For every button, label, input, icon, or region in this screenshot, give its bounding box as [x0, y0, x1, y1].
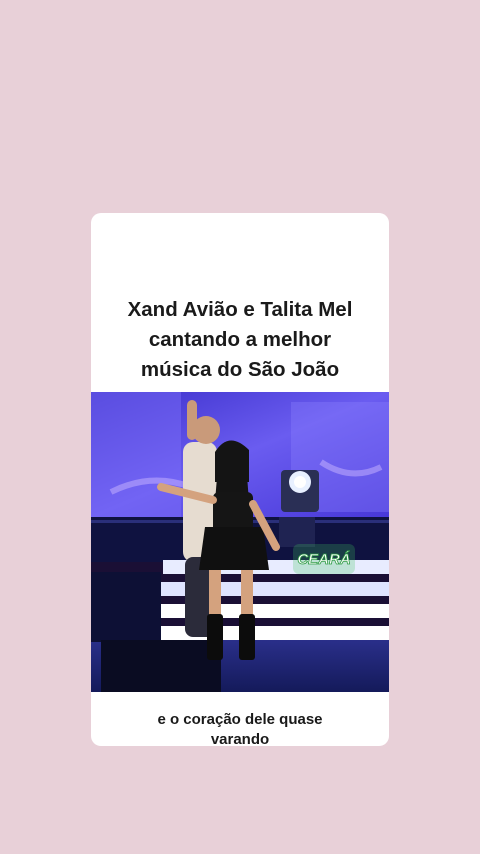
video-caption: e o coração dele quase varando [157, 711, 323, 746]
ceara-watermark: CEARÁ [293, 544, 355, 574]
post-card[interactable]: Xand Avião e Talita Mel cantando a melho… [91, 213, 389, 746]
stage-light [279, 470, 319, 547]
watermark-text: CEARÁ [297, 551, 350, 568]
screen: { "post": { "title": "Xand Avião e Talit… [0, 0, 480, 854]
video-player[interactable]: CEARÁ [91, 392, 389, 692]
stage-monitor [101, 640, 221, 692]
stage-performance-frame: CEARÁ [91, 392, 389, 692]
post-title: Xand Avião e Talita Mel cantando a melho… [127, 298, 353, 381]
